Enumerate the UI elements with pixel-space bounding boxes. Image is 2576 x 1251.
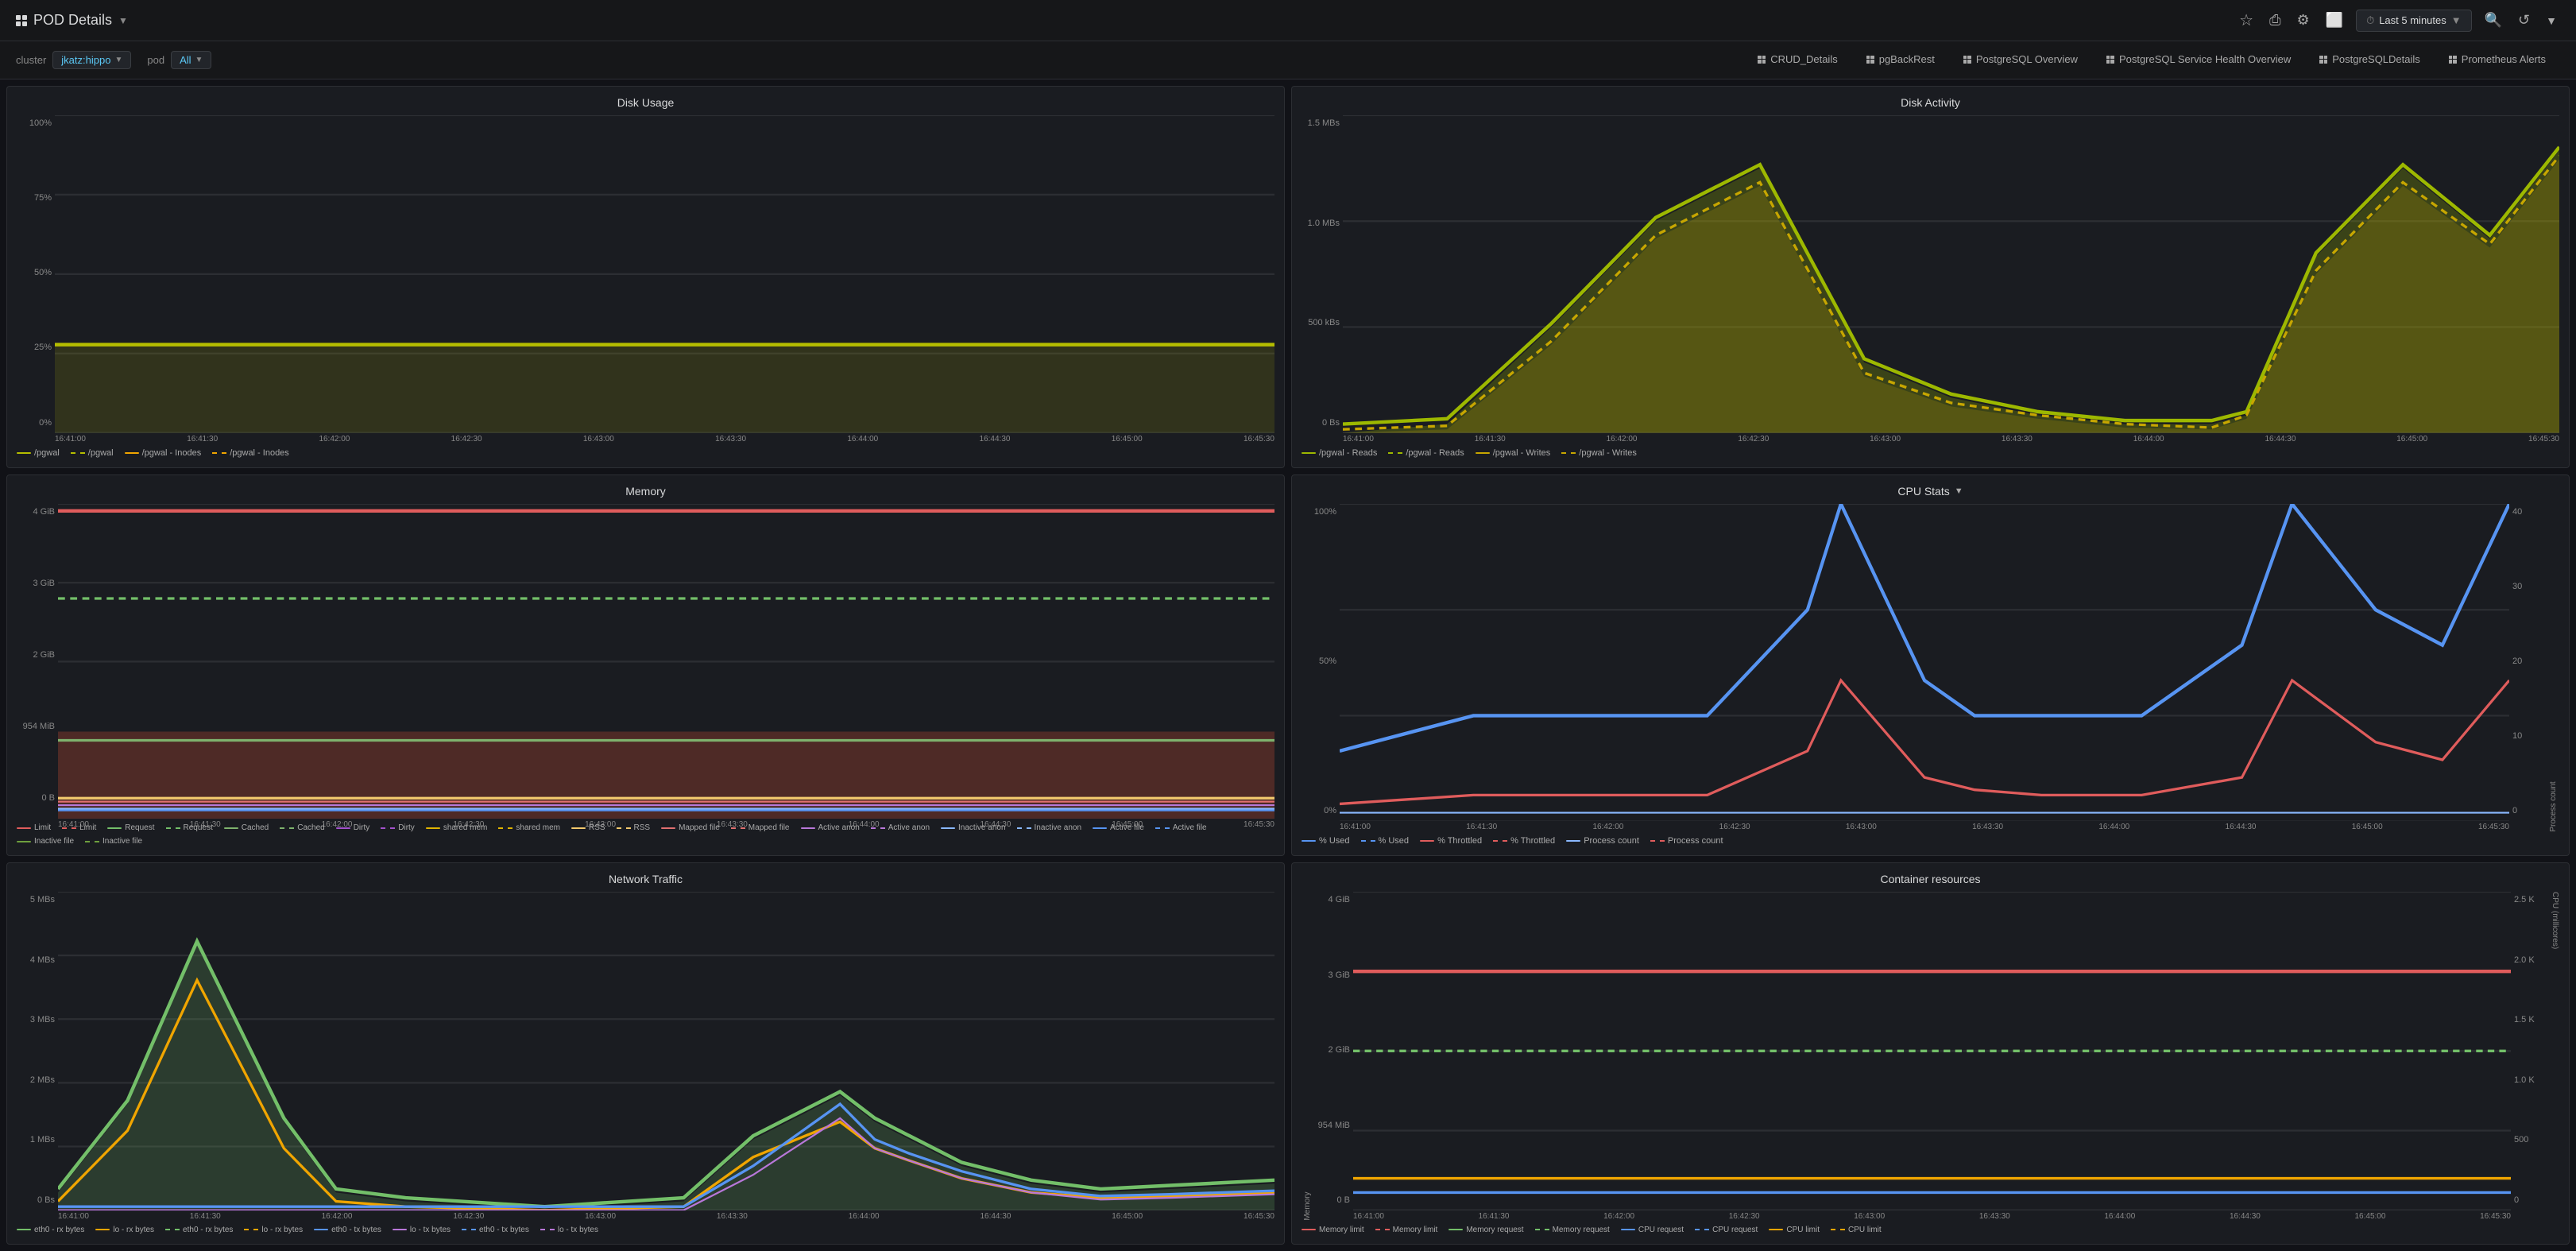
app-logo: POD Details ▼ xyxy=(16,12,128,29)
search-button[interactable]: 🔍 xyxy=(2481,9,2505,32)
settings-button[interactable]: ⚙ xyxy=(2294,9,2313,32)
nav-link-postgresql-overview[interactable]: PostgreSQL Overview xyxy=(1949,41,2092,79)
nav-link-prometheus-alerts[interactable]: Prometheus Alerts xyxy=(2435,41,2560,79)
container-resources-title: Container resources xyxy=(1302,873,2559,885)
pod-label: pod xyxy=(147,54,164,66)
container-resources-chart xyxy=(1353,892,2511,1210)
time-range-caret: ▼ xyxy=(2451,14,2462,26)
cpu-stats-legend: % Used % Used % Throttled % Throttled Pr… xyxy=(1302,836,2559,846)
cpu-stats-chart xyxy=(1340,504,2509,822)
memory-panel: Memory 4 GiB 3 GiB 2 GiB 954 MiB 0 B xyxy=(6,474,1285,857)
disk-activity-chart xyxy=(1343,115,2559,433)
time-range-button[interactable]: ⏱ Last 5 minutes ▼ xyxy=(2356,10,2472,32)
nav-link-pgbackrest[interactable]: pgBackRest xyxy=(1852,41,1949,79)
disk-usage-panel: Disk Usage 100% 75% 50% 25% 0% xyxy=(6,86,1285,468)
nav-link-postgresql-details[interactable]: PostgreSQLDetails xyxy=(2305,41,2435,79)
cpu-stats-dropdown[interactable]: ▼ xyxy=(1955,486,1963,496)
container-resources-panel: Container resources Memory 4 GiB 3 GiB 2… xyxy=(1291,862,2570,1245)
disk-usage-chart xyxy=(55,115,1274,433)
nav-link-crud-details[interactable]: CRUD_Details xyxy=(1743,41,1852,79)
network-traffic-panel: Network Traffic 5 MBs 4 MBs 3 MBs 2 MBs … xyxy=(6,862,1285,1245)
memory-title: Memory xyxy=(17,485,1274,498)
pod-value-button[interactable]: All ▼ xyxy=(171,51,211,69)
cluster-value-button[interactable]: jkatz:hippo ▼ xyxy=(52,51,131,69)
grid-icon-details xyxy=(2319,56,2327,64)
top-bar-actions: ☆ ⎙ ⚙ ⬜ ⏱ Last 5 minutes ▼ 🔍 ↺ ▼ xyxy=(2236,7,2560,33)
disk-activity-panel: Disk Activity 1.5 MBs 1.0 MBs 500 kBs 0 … xyxy=(1291,86,2570,468)
network-traffic-title: Network Traffic xyxy=(17,873,1274,885)
grid-icon xyxy=(16,15,27,26)
monitor-button[interactable]: ⬜ xyxy=(2323,9,2346,32)
refresh-button[interactable]: ↺ xyxy=(2515,9,2533,32)
grid-icon-prometheus xyxy=(2449,56,2457,64)
app-title: POD Details xyxy=(33,12,112,29)
memory-chart xyxy=(58,504,1274,819)
disk-usage-legend: /pgwal /pgwal /pgwal - Inodes /pgwal - I… xyxy=(17,448,1274,458)
disk-activity-title: Disk Activity xyxy=(1302,96,2559,109)
cluster-filter: cluster jkatz:hippo ▼ xyxy=(16,51,131,69)
container-resources-legend: Memory limit Memory limit Memory request… xyxy=(1302,1226,2559,1234)
grid-icon-postgresql xyxy=(1963,56,1971,64)
share-button[interactable]: ⎙ xyxy=(2266,9,2284,32)
nav-links: CRUD_Details pgBackRest PostgreSQL Overv… xyxy=(1743,41,2560,79)
star-button[interactable]: ☆ xyxy=(2236,7,2257,33)
title-caret[interactable]: ▼ xyxy=(118,15,128,26)
disk-usage-title: Disk Usage xyxy=(17,96,1274,109)
top-bar: POD Details ▼ ☆ ⎙ ⚙ ⬜ ⏱ Last 5 minutes ▼… xyxy=(0,0,2576,41)
cluster-label: cluster xyxy=(16,54,46,66)
main-content: Disk Usage 100% 75% 50% 25% 0% xyxy=(0,79,2576,1251)
network-traffic-chart xyxy=(58,892,1274,1210)
time-range-label: Last 5 minutes xyxy=(2379,14,2446,26)
grid-icon-crud xyxy=(1758,56,1766,64)
cpu-stats-panel: CPU Stats ▼ 100% 50% 0% xyxy=(1291,474,2570,857)
memory-legend: Limit Limit Request Request Cached Cache… xyxy=(17,823,1274,846)
refresh-caret-button[interactable]: ▼ xyxy=(2543,11,2560,30)
nav-bar: cluster jkatz:hippo ▼ pod All ▼ CRUD_Det… xyxy=(0,41,2576,79)
disk-activity-legend: /pgwal - Reads /pgwal - Reads /pgwal - W… xyxy=(1302,448,2559,458)
cpu-stats-title: CPU Stats ▼ xyxy=(1302,485,2559,498)
pod-filter: pod All ▼ xyxy=(147,51,211,69)
grid-icon-pgbackrest xyxy=(1866,56,1874,64)
network-legend: eth0 - rx bytes lo - rx bytes eth0 - rx … xyxy=(17,1226,1274,1234)
grid-icon-service-health xyxy=(2106,56,2114,64)
nav-link-postgresql-service-health[interactable]: PostgreSQL Service Health Overview xyxy=(2092,41,2305,79)
